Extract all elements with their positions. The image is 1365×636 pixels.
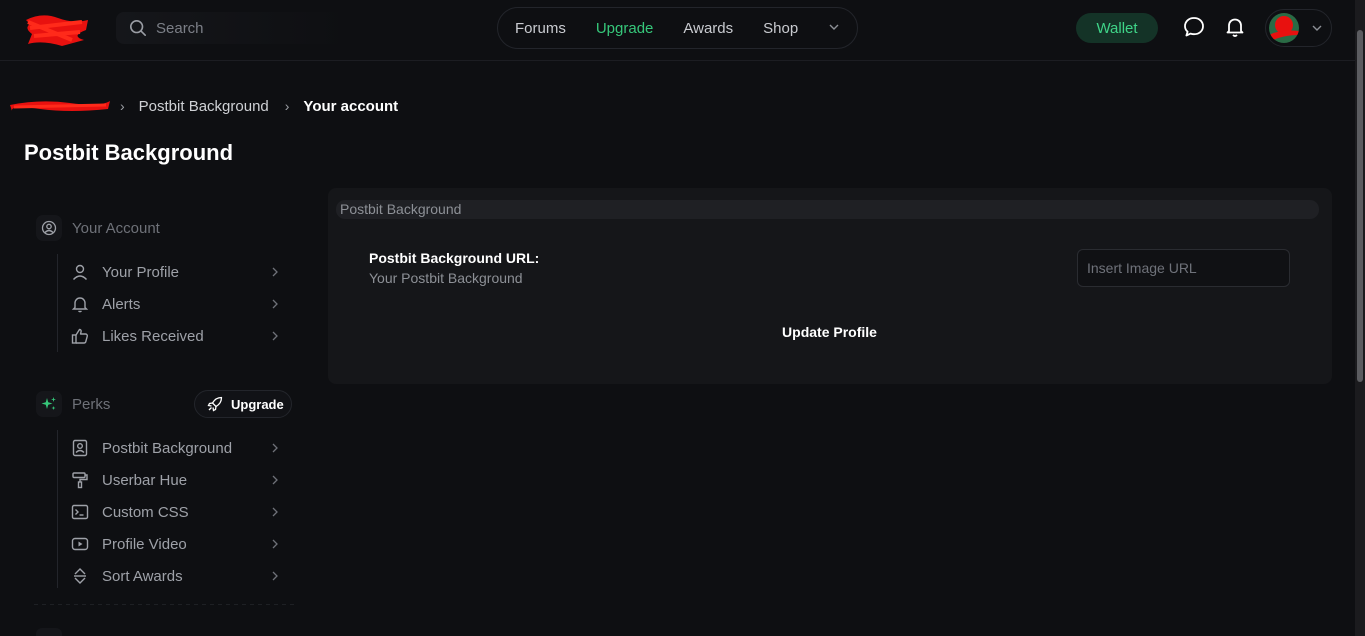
sidebar-item-custom-css[interactable]: Custom CSS — [70, 500, 280, 524]
settings-panel: Postbit Background Postbit Background UR… — [328, 188, 1332, 384]
chevron-down-icon — [1312, 25, 1322, 31]
breadcrumb: › Postbit Background › Your account — [10, 95, 398, 117]
top-navbar: Search Forums Upgrade Awards Shop Wallet — [0, 0, 1355, 61]
sidebar-item-label: Custom CSS — [102, 503, 189, 521]
sidebar-item-sort-awards[interactable]: Sort Awards — [70, 564, 280, 588]
nav-shop[interactable]: Shop — [763, 20, 798, 37]
bell-icon — [70, 294, 90, 314]
sidebar-item-profile-video[interactable]: Profile Video — [70, 532, 280, 556]
breadcrumb-your-account[interactable]: Your account — [303, 98, 398, 115]
user-circle-icon — [36, 215, 62, 241]
sort-icon — [70, 566, 90, 586]
chat-bubble-icon[interactable] — [1182, 15, 1206, 39]
chevron-right-icon — [272, 507, 278, 517]
group-title: Your Account — [72, 219, 160, 237]
sidebar-item-label: Sort Awards — [102, 567, 183, 585]
sidebar-item-likes-received[interactable]: Likes Received — [70, 324, 280, 348]
search-bar[interactable]: Search — [116, 12, 348, 44]
sparkle-icon — [36, 391, 62, 417]
upgrade-label: Upgrade — [231, 396, 284, 412]
breadcrumb-home[interactable] — [10, 97, 110, 115]
upgrade-button[interactable]: Upgrade — [194, 390, 292, 418]
scrollbar-thumb[interactable] — [1357, 30, 1363, 382]
sidebar-group-your-account[interactable]: Your Account — [36, 214, 160, 242]
chevron-right-icon — [272, 539, 278, 549]
sidebar-divider — [34, 604, 294, 605]
postbit-background-url-input[interactable] — [1077, 249, 1290, 287]
breadcrumb-postbit-background[interactable]: Postbit Background — [139, 98, 269, 115]
chevron-down-icon[interactable] — [828, 21, 840, 33]
user-icon — [70, 262, 90, 282]
play-icon — [70, 534, 90, 554]
update-profile-button[interactable]: Update Profile — [758, 318, 901, 346]
field-description: Your Postbit Background — [369, 270, 523, 286]
chevron-right-icon — [272, 267, 278, 277]
sidebar-item-label: Postbit Background — [102, 439, 233, 457]
sidebar-item-alerts[interactable]: Alerts — [70, 292, 280, 316]
chevron-right-icon — [272, 299, 278, 309]
next-group-icon — [36, 628, 62, 636]
group-title: Perks — [72, 395, 111, 413]
sidebar-item-label: Userbar Hue — [102, 471, 188, 489]
sidebar-item-label: Profile Video — [102, 535, 187, 553]
sidebar-group-perks[interactable]: Perks — [36, 390, 110, 418]
rocket-icon — [207, 396, 223, 412]
page-title: Postbit Background — [24, 140, 234, 165]
search-icon — [129, 19, 147, 37]
sidebar-item-your-profile[interactable]: Your Profile — [70, 260, 280, 284]
sidebar-item-label: Likes Received — [102, 327, 204, 345]
site-logo[interactable] — [22, 10, 92, 48]
panel-header: Postbit Background — [336, 200, 1319, 219]
portrait-icon — [70, 438, 90, 458]
sidebar-item-label: Alerts — [102, 295, 141, 313]
avatar[interactable] — [1269, 13, 1299, 43]
search-placeholder[interactable]: Search — [156, 20, 204, 37]
sidebar-item-postbit-background[interactable]: Postbit Background — [70, 436, 280, 460]
nav-upgrade[interactable]: Upgrade — [596, 20, 654, 37]
sidebar-item-label: Your Profile — [102, 263, 179, 281]
bell-icon[interactable] — [1223, 15, 1247, 39]
group-divider — [57, 254, 58, 352]
chevron-right-icon — [272, 443, 278, 453]
chevron-right-icon — [272, 331, 278, 341]
main-nav: Forums Upgrade Awards Shop — [497, 7, 858, 49]
group-divider — [57, 430, 58, 588]
sidebar-item-userbar-hue[interactable]: Userbar Hue — [70, 468, 280, 492]
user-menu[interactable] — [1265, 9, 1332, 47]
chevron-right-icon — [272, 571, 278, 581]
breadcrumb-separator: › — [120, 98, 125, 114]
chevron-right-icon — [272, 475, 278, 485]
breadcrumb-separator: › — [284, 98, 290, 114]
nav-forums[interactable]: Forums — [515, 20, 566, 37]
paint-roller-icon — [70, 470, 90, 490]
wallet-button[interactable]: Wallet — [1076, 13, 1158, 43]
terminal-icon — [70, 502, 90, 522]
thumbs-up-icon — [70, 326, 90, 346]
nav-awards[interactable]: Awards — [683, 20, 733, 37]
field-label: Postbit Background URL: — [369, 250, 540, 266]
